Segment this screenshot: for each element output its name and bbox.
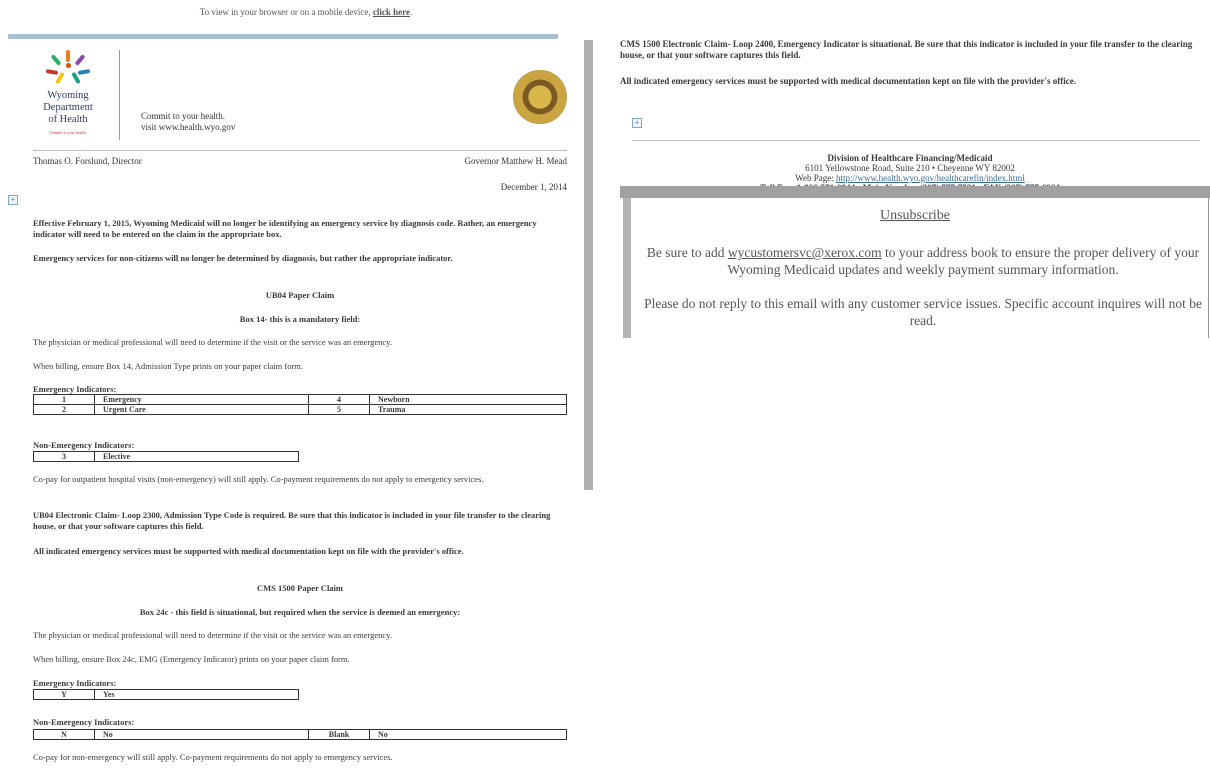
logo-burst-icon [45, 50, 91, 86]
table-cell: Y [33, 689, 95, 700]
footer-address-book-text: Be sure to add wycustomersvc@xerox.com t… [640, 244, 1206, 278]
cms-billing-text: When billing, ensure Box 24c, EMG (Emerg… [33, 654, 350, 664]
effective-paragraph: Effective February 1, 2015, Wyoming Medi… [33, 218, 537, 239]
view-in-browser-note: To view in your browser or on a mobile d… [0, 7, 612, 17]
web-page-label: Web Page: [795, 173, 836, 183]
commit-text: Commit to your health. visit www.health.… [141, 111, 235, 133]
letter-date: December 1, 2014 [500, 182, 567, 192]
left-column-scrollbar[interactable] [584, 40, 593, 490]
view-in-browser-text: To view in your browser or on a mobile d… [199, 7, 373, 17]
table-move-icon[interactable]: + [632, 118, 642, 128]
governor-name: Governor Matthew H. Mead [464, 156, 567, 166]
header-accent-bar [8, 34, 558, 39]
ub04-title: UB04 Paper Claim [265, 290, 335, 300]
table-cell: Blank [308, 729, 370, 740]
logo-line-3: of Health [48, 114, 88, 125]
logo-text: Wyoming Department of Health [28, 90, 108, 126]
division-name: Division of Healthcare Financing/Medicai… [827, 153, 993, 163]
web-page-link[interactable]: http://www.health.wyo.gov/healthcarefin/… [836, 173, 1025, 183]
footer-pre: Be sure to add [646, 245, 728, 260]
ub04-physician-text: The physician or medical professional wi… [33, 337, 393, 347]
right-divider [632, 140, 1200, 141]
cms-physician-text: The physician or medical professional wi… [33, 630, 393, 640]
state-seal-icon [513, 70, 567, 124]
support-email-link[interactable]: wycustomersvc@xerox.com [728, 245, 882, 260]
table-cell: Urgent Care [94, 404, 309, 415]
ub04-copay-text: Co-pay for outpatient hospital visits (n… [33, 474, 484, 484]
table-cell: Elective [94, 451, 299, 462]
logo-tagline: Commit to your health. [49, 130, 87, 135]
right-documentation-text: All indicated emergency services must be… [620, 76, 1077, 86]
cms-electronic-text: CMS 1500 Electronic Claim- Loop 2400, Em… [620, 39, 1193, 60]
table-cell: No [369, 729, 567, 740]
click-here-link[interactable]: click here [373, 7, 410, 17]
cms-title: CMS 1500 Paper Claim [256, 583, 344, 593]
table-cell: No [94, 729, 309, 740]
unsubscribe-link[interactable]: Unsubscribe [620, 208, 1210, 224]
table-row: 2 Urgent Care 5 Trauma [33, 404, 567, 415]
table-row: Y Yes [33, 689, 299, 700]
ub04-billing-text: When billing, ensure Box 14, Admission T… [33, 361, 304, 371]
view-in-browser-end: . [409, 7, 413, 17]
header-divider [33, 150, 567, 151]
table-cell: 4 [308, 394, 370, 405]
ub04-electronic-text: UB04 Electronic Claim- Loop 2300, Admiss… [33, 510, 551, 531]
table-cell: 3 [33, 451, 95, 462]
table-cell: 2 [33, 404, 95, 415]
ub04-non-emergency-label: Non-Emergency Indicators: [33, 440, 135, 450]
table-move-icon[interactable]: + [8, 195, 18, 205]
non-citizen-paragraph: Emergency services for non-citizens will… [33, 253, 453, 263]
ub04-emergency-label: Emergency Indicators: [33, 384, 117, 394]
table-row: 3 Elective [33, 451, 299, 462]
ub04-box-heading: Box 14- this is a mandatory field: [239, 314, 361, 324]
table-cell: N [33, 729, 95, 740]
table-cell: Yes [94, 689, 299, 700]
footer-no-reply-text: Please do not reply to this email with a… [644, 296, 1202, 328]
documentation-text: All indicated emergency services must be… [33, 546, 464, 556]
footer-top-bar [620, 186, 1210, 198]
table-cell: 1 [33, 394, 95, 405]
commit-line-1: Commit to your health. [141, 111, 225, 121]
table-row: 1 Emergency 4 Newborn [33, 394, 567, 405]
ub04-emergency-table: 1 Emergency 4 Newborn 2 Urgent Care 5 Tr… [33, 394, 567, 415]
logo-line-1: Wyoming [47, 90, 89, 101]
logo-divider [119, 50, 120, 140]
table-cell: Newborn [369, 394, 567, 405]
director-name: Thomas O. Forslund, Director [33, 156, 142, 166]
division-address: 6101 Yellowstone Road, Suite 210 • Cheye… [805, 163, 1015, 173]
table-cell: Trauma [369, 404, 567, 415]
table-cell: 5 [308, 404, 370, 415]
table-row: N No Blank No [33, 729, 567, 740]
table-cell: Emergency [94, 394, 309, 405]
commit-line-2: visit www.health.wyo.gov [141, 122, 236, 132]
cms-emergency-table: Y Yes [33, 689, 299, 700]
web-page-line: Web Page: http://www.health.wyo.gov/heal… [620, 173, 1200, 183]
wyoming-logo-icon: Wyoming Department of Health Commit to y… [28, 50, 108, 146]
ub04-non-emergency-table: 3 Elective [33, 451, 299, 462]
logo-line-2: Department [43, 102, 93, 113]
cms-non-emergency-table: N No Blank No [33, 729, 567, 740]
cms-non-emergency-label: Non-Emergency Indicators: [33, 717, 135, 727]
cms-box-heading: Box 24c - this field is situational, but… [139, 607, 461, 617]
cms-emergency-label: Emergency Indicators: [33, 678, 117, 688]
cms-copay-text: Co-pay for non-emergency will still appl… [33, 752, 393, 762]
